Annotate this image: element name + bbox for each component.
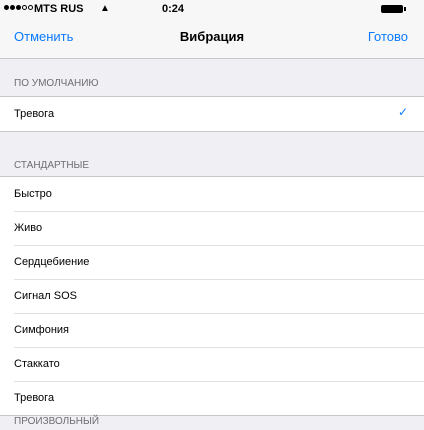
list-item[interactable]: Сердцебиение xyxy=(0,245,424,279)
battery-icon xyxy=(381,5,406,13)
status-bar: MTS RUS ▲ 0:24 xyxy=(0,0,424,18)
list-item[interactable]: Быстро xyxy=(0,177,424,211)
list-item-label: Сигнал SOS xyxy=(14,290,77,302)
list-item-label: Живо xyxy=(14,222,43,234)
list-item-label: Симфония xyxy=(14,324,69,336)
section-header-default: ПО УМОЛЧАНИЮ xyxy=(14,78,99,89)
list-item-default[interactable]: Тревога ✓ xyxy=(0,97,424,131)
standard-group: Быстро Живо Сердцебиение Сигнал SOS Симф… xyxy=(0,176,424,416)
wifi-icon: ▲ xyxy=(100,3,110,14)
list-item[interactable]: Тревога xyxy=(0,381,424,415)
list-item-label: Тревога xyxy=(14,392,55,404)
list-item-label: Сердцебиение xyxy=(14,256,90,268)
checkmark-icon: ✓ xyxy=(397,105,408,119)
list-item-label: Быстро xyxy=(14,188,52,200)
page-title: Вибрация xyxy=(179,29,245,44)
list-item-label: Тревога xyxy=(14,108,55,120)
list-item[interactable]: Симфония xyxy=(0,313,424,347)
clock: 0:24 xyxy=(162,3,185,15)
list-item[interactable]: Стаккато xyxy=(0,347,424,381)
section-header-custom: ПРОИЗВОЛЬНЫЙ xyxy=(14,416,100,427)
list-item[interactable]: Сигнал SOS xyxy=(0,279,424,313)
list-item-label: Стаккато xyxy=(14,358,60,370)
carrier-name: MTS RUS xyxy=(34,3,84,15)
done-button[interactable]: Готово xyxy=(368,29,408,44)
signal-strength-icon xyxy=(4,5,33,10)
section-header-standard: СТАНДАРТНЫЕ xyxy=(14,160,90,171)
list-item[interactable]: Живо xyxy=(0,211,424,245)
default-group: Тревога ✓ xyxy=(0,96,424,132)
navigation-bar: Отменить Вибрация Готово xyxy=(0,18,424,59)
